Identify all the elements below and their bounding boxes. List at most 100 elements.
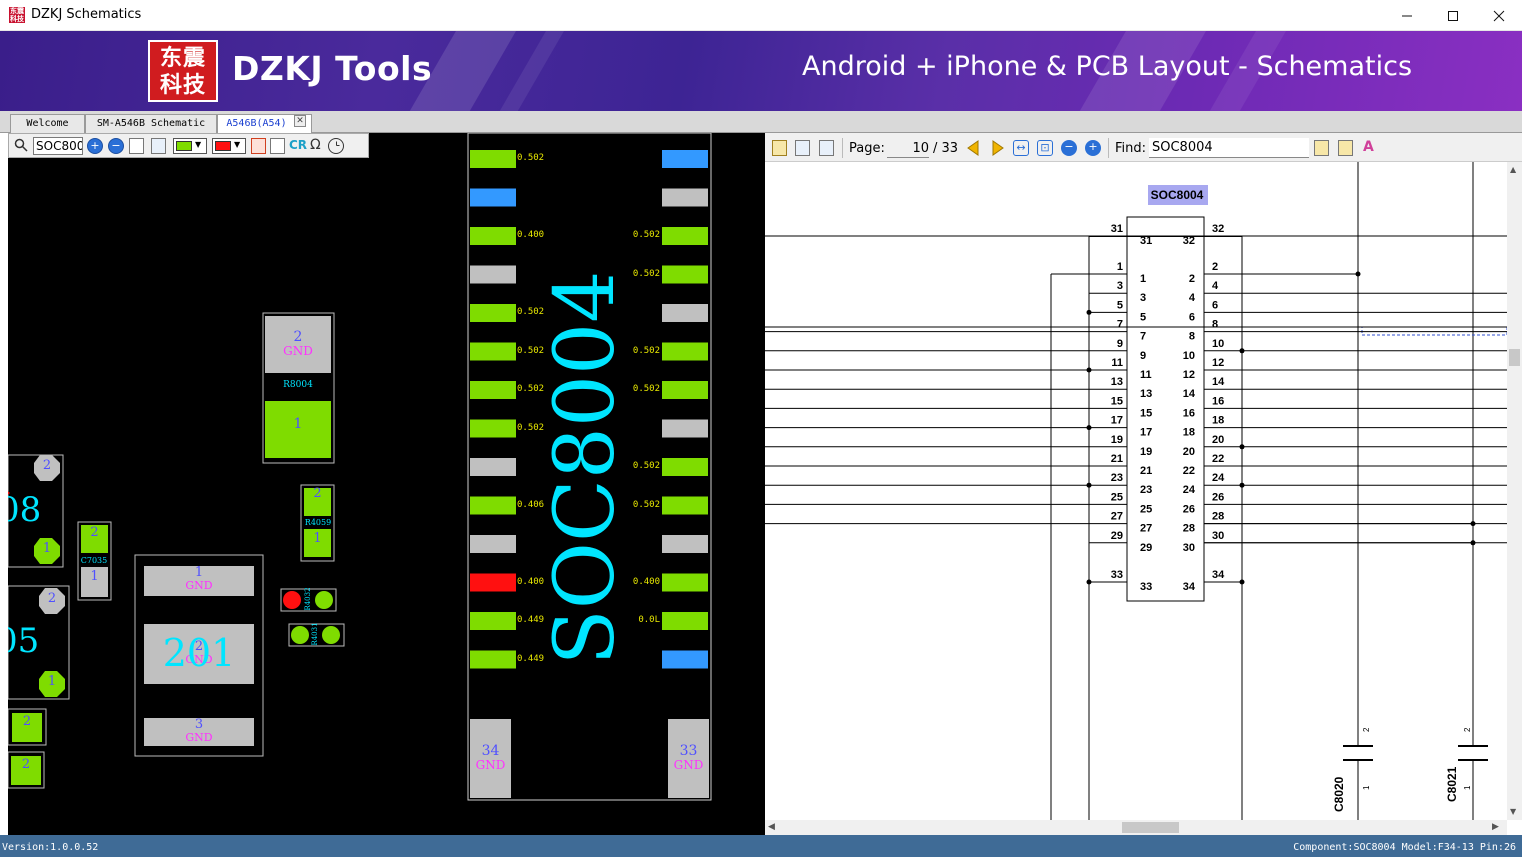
prev-page-icon[interactable] [966,140,980,160]
find-next-icon[interactable] [1338,140,1353,156]
right-pad-1[interactable] [662,150,708,168]
zoom-out-icon[interactable]: − [108,138,124,154]
left-pad-14[interactable] [470,650,516,669]
pin-number: 18 [1183,427,1195,439]
right-pad-8[interactable] [662,419,708,438]
vertical-scroll-thumb[interactable] [1509,349,1520,366]
pin-number: 29 [1140,542,1152,554]
r4032-pad-a[interactable] [283,591,301,609]
zoom-in-sch-icon[interactable]: + [1085,140,1101,156]
left-pad-voltage: 0.502 [517,384,545,394]
pin-number: 30 [1183,542,1195,554]
open-icon[interactable] [772,140,787,156]
clock-icon[interactable] [328,138,344,154]
right-pad-5[interactable] [662,304,708,322]
pcb-layout-view[interactable]: SOC8004 34 GND 33 GND 2 GND R8004 1 2 R4… [8,133,765,835]
zoom-out-sch-icon[interactable]: − [1061,140,1077,156]
tab-welcome[interactable]: Welcome [10,114,85,133]
right-pad-10[interactable] [662,496,708,515]
pin-number: 10 [1212,338,1224,350]
zoom-in-icon[interactable]: + [87,138,103,154]
right-pad-2[interactable] [662,188,708,207]
left-small-a-pin: 2 [22,714,32,729]
scroll-left-icon[interactable]: ◀ [768,822,775,832]
flip-icon[interactable] [251,138,266,154]
left-pad-voltage: 0.449 [517,653,545,664]
right-pad-9[interactable] [662,458,708,476]
right-pad-3[interactable] [662,227,708,245]
r4031-pad-a[interactable] [291,626,309,644]
match-case-icon[interactable]: A [1363,139,1374,155]
right-pad-voltage: 0.502 [632,461,660,471]
left-pad-11[interactable] [470,535,516,553]
pin-number: 22 [1212,453,1224,465]
schematic-vertical-scrollbar[interactable]: ▲ ▼ [1507,162,1522,820]
pin-number: 14 [1212,376,1225,388]
left-comp-b-pin1: 1 [47,674,57,689]
title-bar: 东震 科技 DZKJ Schematics [0,0,1522,31]
scroll-down-icon[interactable]: ▼ [1510,807,1516,816]
page-input[interactable]: 10 [887,138,929,158]
search-icon[interactable] [13,138,29,154]
right-pad-12[interactable] [662,573,708,592]
left-pad-7[interactable] [470,381,516,399]
pcb-search-input[interactable] [33,137,83,155]
r8004-pin2: 2 [293,329,303,345]
left-pad-10[interactable] [470,496,516,515]
brand-name: DZKJ Tools [232,49,433,88]
tab-close-icon[interactable]: ✕ [294,115,306,127]
ohm-icon[interactable]: Ω [310,137,321,153]
find-label: Find: [1115,141,1147,156]
right-pad-6[interactable] [662,342,708,361]
schematic-horizontal-scrollbar[interactable]: ◀ ▶ [765,820,1507,835]
layer-icon[interactable] [270,138,285,154]
junction-dot [1086,482,1092,488]
capacitor-c8020[interactable] [1343,742,1373,820]
color-green-dropdown[interactable]: ▼ [173,138,207,154]
tab-label: A546B(A54) [226,118,287,129]
capacitor-c8021[interactable] [1458,742,1488,820]
schematic-view[interactable]: SOC8004 31 31 32 32 1 1 2 2 3 3 4 4 5 5 6 6 7 7 8 8 9 9 10 10 11… [765,162,1507,820]
r4031-name: R4031 [311,622,319,646]
left-pad-13[interactable] [470,612,516,630]
left-pad-2[interactable] [470,188,516,207]
junction-dot [1239,482,1245,488]
color-red-dropdown[interactable]: ▼ [212,138,246,154]
copy-icon[interactable] [129,138,144,154]
left-pad-9[interactable] [470,458,516,476]
right-pad-4[interactable] [662,265,708,284]
minimize-button[interactable] [1384,0,1430,31]
paste-page-icon[interactable] [819,140,834,156]
next-page-icon[interactable] [991,140,1005,160]
duplicate-icon[interactable] [151,138,166,154]
right-pad-13[interactable] [662,612,708,630]
maximize-icon [1448,10,1458,21]
pin-number: 31 [1111,223,1123,235]
left-pad-4[interactable] [470,265,516,284]
horizontal-scroll-thumb[interactable] [1122,822,1179,833]
right-pad-11[interactable] [662,535,708,553]
page-total: / 33 [933,141,959,156]
left-pad-12[interactable] [470,573,516,592]
left-pad-5[interactable] [470,304,516,322]
right-pad-7[interactable] [662,381,708,399]
maximize-button[interactable] [1430,0,1476,31]
copy-page-icon[interactable] [795,140,810,156]
scroll-up-icon[interactable]: ▲ [1510,165,1516,174]
left-pad-8[interactable] [470,419,516,438]
right-pad-14[interactable] [662,650,708,669]
close-button[interactable] [1476,0,1522,31]
pin-number: 34 [1212,569,1225,581]
cr-icon[interactable]: CR [289,138,307,152]
r4032-pad-b[interactable] [315,591,333,609]
r4031-pad-b[interactable] [322,626,340,644]
left-pad-3[interactable] [470,227,516,245]
scroll-right-icon[interactable]: ▶ [1492,822,1499,832]
fit-page-icon[interactable]: ⊡ [1037,140,1053,156]
left-pad-1[interactable] [470,150,516,168]
tab-sm-a546b-schematic[interactable]: SM-A546B Schematic [85,114,217,133]
find-input[interactable]: SOC8004 [1149,138,1309,158]
left-pad-6[interactable] [470,342,516,361]
find-prev-icon[interactable] [1314,140,1329,156]
fit-width-icon[interactable]: ↔ [1013,140,1029,156]
